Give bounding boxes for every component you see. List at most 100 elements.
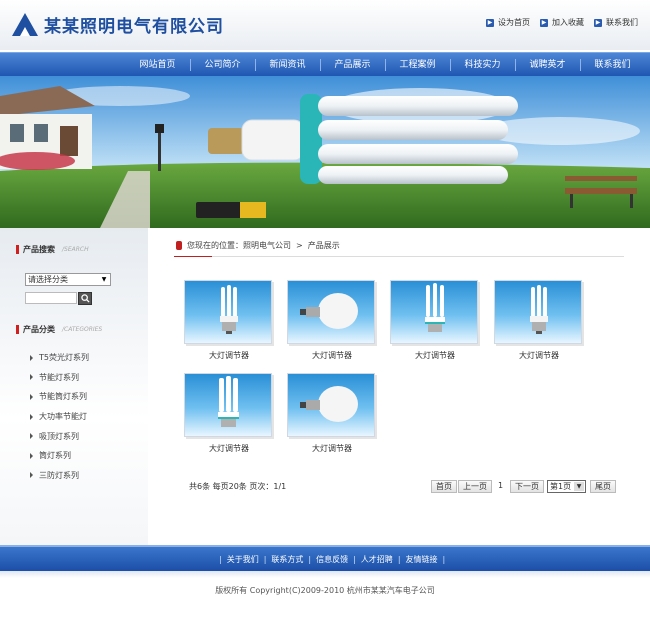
footer-link-friends[interactable]: 友情链接 bbox=[406, 554, 438, 565]
logo[interactable]: 某某照明电气有限公司 bbox=[12, 11, 224, 37]
nav-contact[interactable]: 联系我们 bbox=[580, 53, 645, 77]
add-favorite-link[interactable]: ▶ 加入收藏 bbox=[540, 17, 584, 28]
nav-home[interactable]: 网站首页 bbox=[125, 53, 190, 77]
nav-cases[interactable]: 工程案例 bbox=[385, 53, 450, 77]
breadcrumb: 您现在的位置：照明电气公司 > 产品展示 bbox=[176, 240, 340, 251]
copyright: 版权所有 Copyright(C)2009-2010 杭州市某某汽车电子公司 bbox=[215, 586, 435, 595]
footer-link-careers[interactable]: 人才招聘 bbox=[361, 554, 393, 565]
search-section-title: 产品搜索 /SEARCH bbox=[16, 244, 89, 255]
search-input[interactable] bbox=[25, 292, 77, 304]
breadcrumb-current: 产品展示 bbox=[307, 241, 340, 250]
nav-about[interactable]: 公司简介 bbox=[190, 53, 255, 77]
category-label: T5荧光灯系列 bbox=[39, 353, 89, 363]
title-bar-icon bbox=[16, 325, 19, 334]
page-select-value: 第1页 bbox=[550, 482, 572, 491]
footer-link-contact[interactable]: 联系方式 bbox=[271, 554, 303, 565]
last-page-button[interactable]: 尾页 bbox=[590, 480, 616, 493]
category-label: 吸顶灯系列 bbox=[39, 431, 79, 441]
product-caption[interactable]: 大灯调节器 bbox=[287, 443, 377, 454]
triangle-bullet-icon bbox=[30, 433, 33, 440]
current-page-number[interactable]: 1 bbox=[494, 480, 507, 493]
bulb-icon[interactable] bbox=[287, 280, 375, 344]
logo-text: 某某照明电气有限公司 bbox=[44, 16, 224, 37]
set-homepage-link[interactable]: ▶ 设为首页 bbox=[486, 17, 530, 28]
product-caption[interactable]: 大灯调节器 bbox=[494, 350, 584, 361]
set-homepage-label: 设为首页 bbox=[498, 18, 530, 27]
chevron-down-icon: ▼ bbox=[101, 276, 107, 283]
product-caption[interactable]: 大灯调节器 bbox=[184, 443, 274, 454]
category-item[interactable]: 吸顶灯系列 bbox=[30, 426, 89, 446]
first-page-button[interactable]: 首页 bbox=[431, 480, 457, 493]
pager-info: 共6条 每页20条 页次：1/1 bbox=[189, 482, 287, 491]
contact-label: 联系我们 bbox=[606, 18, 638, 27]
category-list: T5荧光灯系列 节能灯系列 节能筒灯系列 大功率节能灯 吸顶灯系列 筒灯系列 三… bbox=[30, 348, 89, 485]
logo-triangle-icon bbox=[12, 12, 38, 36]
location-icon bbox=[176, 241, 182, 250]
product-card[interactable]: 大灯调节器 bbox=[184, 373, 274, 454]
banner-image bbox=[0, 76, 650, 228]
footer-nav: | 关于我们 | 联系方式 | 信息反馈 | 人才招聘 | 友情链接 | bbox=[0, 545, 650, 571]
product-caption[interactable]: 大灯调节器 bbox=[184, 350, 274, 361]
u-lamp-icon[interactable] bbox=[184, 373, 272, 437]
product-card[interactable]: 大灯调节器 bbox=[390, 280, 480, 361]
product-card[interactable]: 大灯调节器 bbox=[184, 280, 274, 361]
u-lamp-icon[interactable] bbox=[494, 280, 582, 344]
category-item[interactable]: 节能灯系列 bbox=[30, 368, 89, 388]
footer-separator: | bbox=[353, 554, 356, 564]
category-item[interactable]: 节能筒灯系列 bbox=[30, 387, 89, 407]
arrow-icon: ▶ bbox=[486, 18, 494, 27]
triangle-bullet-icon bbox=[30, 452, 33, 459]
top-links: ▶ 设为首页 ▶ 加入收藏 ▶ 联系我们 bbox=[486, 17, 638, 28]
category-section-title: 产品分类 /CATEGORIES bbox=[16, 324, 102, 335]
product-card[interactable]: 大灯调节器 bbox=[494, 280, 584, 361]
add-favorite-label: 加入收藏 bbox=[552, 18, 584, 27]
triangle-bullet-icon bbox=[30, 393, 33, 400]
footer-link-feedback[interactable]: 信息反馈 bbox=[316, 554, 348, 565]
u-lamp-icon[interactable] bbox=[184, 280, 272, 344]
product-card[interactable]: 大灯调节器 bbox=[287, 373, 377, 454]
u-lamp-icon[interactable] bbox=[390, 280, 478, 344]
category-label: 三防灯系列 bbox=[39, 470, 79, 480]
category-item[interactable]: T5荧光灯系列 bbox=[30, 348, 89, 368]
bulb-icon[interactable] bbox=[287, 373, 375, 437]
triangle-bullet-icon bbox=[30, 354, 33, 361]
footer-link-about[interactable]: 关于我们 bbox=[227, 554, 259, 565]
category-label: 筒灯系列 bbox=[39, 451, 71, 461]
breadcrumb-path[interactable]: 您现在的位置：照明电气公司 bbox=[187, 240, 291, 251]
category-label: 节能灯系列 bbox=[39, 372, 79, 382]
search-button[interactable] bbox=[78, 292, 92, 305]
footer-separator: | bbox=[308, 554, 312, 564]
chevron-down-icon: ▼ bbox=[574, 482, 585, 491]
category-item[interactable]: 大功率节能灯 bbox=[30, 407, 89, 427]
search-icon bbox=[80, 294, 90, 303]
category-item[interactable]: 三防灯系列 bbox=[30, 466, 89, 486]
product-caption[interactable]: 大灯调节器 bbox=[390, 350, 480, 361]
triangle-bullet-icon bbox=[30, 413, 33, 420]
category-select-value: 请选择分类 bbox=[28, 275, 68, 284]
breadcrumb-divider bbox=[174, 256, 624, 257]
title-bar-icon bbox=[16, 245, 19, 254]
product-caption[interactable]: 大灯调节器 bbox=[287, 350, 377, 361]
footer-band bbox=[0, 571, 650, 578]
category-title: 产品分类 bbox=[23, 325, 55, 334]
nav-news[interactable]: 新闻资讯 bbox=[255, 53, 320, 77]
nav-technology[interactable]: 科技实力 bbox=[450, 53, 515, 77]
breadcrumb-separator: > bbox=[296, 241, 303, 250]
prev-page-button[interactable]: 上一页 bbox=[458, 480, 492, 493]
nav-products[interactable]: 产品展示 bbox=[320, 53, 385, 77]
category-label: 节能筒灯系列 bbox=[39, 392, 87, 402]
contact-link[interactable]: ▶ 联系我们 bbox=[594, 17, 638, 28]
arrow-icon: ▶ bbox=[594, 18, 602, 27]
footer-separator: | bbox=[397, 554, 401, 564]
next-page-button[interactable]: 下一页 bbox=[510, 480, 544, 493]
category-item[interactable]: 筒灯系列 bbox=[30, 446, 89, 466]
category-select[interactable]: 请选择分类 ▼ bbox=[25, 273, 111, 286]
footer-separator: | bbox=[263, 554, 267, 564]
triangle-bullet-icon bbox=[30, 374, 33, 381]
search-title-en: /SEARCH bbox=[62, 246, 89, 253]
product-card[interactable]: 大灯调节器 bbox=[287, 280, 377, 361]
nav-careers[interactable]: 诚聘英才 bbox=[515, 53, 580, 77]
arrow-icon: ▶ bbox=[540, 18, 548, 27]
main-nav: 网站首页 公司简介 新闻资讯 产品展示 工程案例 科技实力 诚聘英才 联系我们 bbox=[0, 52, 650, 76]
page-select[interactable]: 第1页 ▼ bbox=[547, 480, 587, 493]
